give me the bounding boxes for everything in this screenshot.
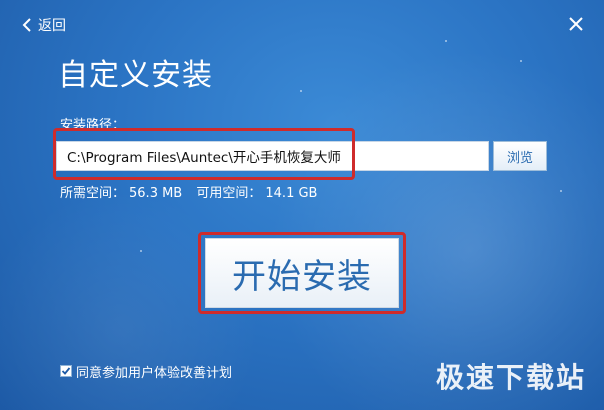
background-star bbox=[560, 190, 562, 192]
available-space-value: 14.1 GB bbox=[265, 186, 318, 201]
available-space-label: 可用空间： bbox=[196, 186, 262, 201]
background-star bbox=[140, 250, 142, 252]
back-button[interactable]: 返回 bbox=[20, 14, 66, 36]
background-star bbox=[300, 90, 302, 92]
watermark-logo: 极速下载站 bbox=[435, 361, 586, 394]
install-path-label: 安装路径： bbox=[60, 118, 126, 133]
page-title: 自定义安装 bbox=[58, 58, 213, 93]
back-label: 返回 bbox=[38, 18, 66, 34]
agreement-label: 同意参加用户体验改善计划 bbox=[76, 365, 233, 381]
close-icon[interactable] bbox=[564, 12, 588, 36]
install-path-input[interactable] bbox=[56, 141, 489, 171]
chevron-left-icon bbox=[22, 18, 31, 32]
start-install-button[interactable]: 开始安装 bbox=[205, 238, 399, 308]
background-star bbox=[445, 40, 447, 42]
required-space-label: 所需空间： bbox=[60, 186, 126, 201]
disk-space-info: 所需空间： 56.3 MB 可用空间： 14.1 GB bbox=[60, 182, 321, 201]
agreement-checkbox[interactable] bbox=[60, 365, 72, 377]
agreement-checkbox-row[interactable]: 同意参加用户体验改善计划 bbox=[60, 362, 233, 381]
browse-button[interactable]: 浏览 bbox=[493, 141, 547, 171]
checkmark-icon bbox=[61, 367, 71, 375]
background-star bbox=[520, 60, 522, 62]
installer-window: 返回 自定义安装 安装路径： 浏览 所需空间：56.3 MB 可用空间：14.1… bbox=[0, 0, 604, 410]
required-space-value: 56.3 MB bbox=[129, 186, 183, 201]
